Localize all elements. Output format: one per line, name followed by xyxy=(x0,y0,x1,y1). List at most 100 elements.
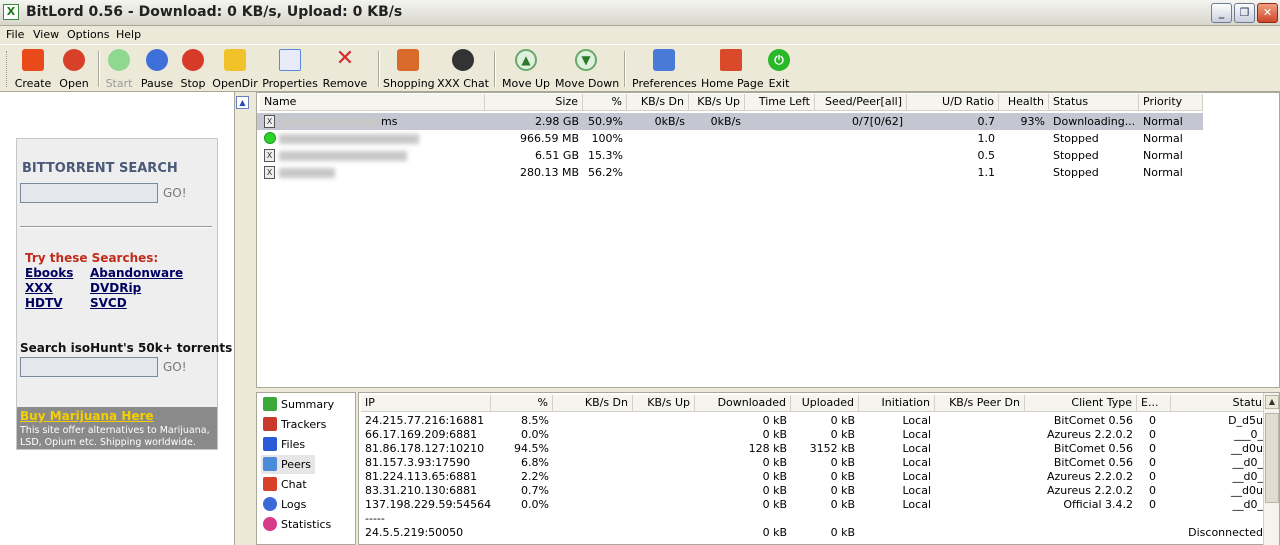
pause-button[interactable]: Pause xyxy=(139,48,175,92)
home-page-button[interactable]: Home Page xyxy=(701,48,764,92)
bittorrent-go-button[interactable]: GO! xyxy=(163,186,187,200)
tab-summary[interactable]: Summary xyxy=(261,395,334,414)
column-client-type[interactable]: Client Type xyxy=(1025,395,1137,412)
tab-trackers[interactable]: Trackers xyxy=(261,415,326,434)
arrow-down-icon: ▼ xyxy=(575,49,597,71)
torrent-row[interactable]: X 280.13 MB 56.2% 1.1 Stopped Normal xyxy=(257,164,1203,181)
column-size[interactable]: Size xyxy=(485,94,583,111)
create-button[interactable]: Create xyxy=(12,48,54,92)
column-status[interactable]: Statu xyxy=(1171,395,1267,412)
remove-button[interactable]: ✕ Remove xyxy=(321,48,369,92)
torrent-list: Name Size % KB/s Dn KB/s Up Time Left Se… xyxy=(256,92,1280,388)
toolbar-separator xyxy=(98,51,100,87)
blurred-name xyxy=(279,151,407,161)
exit-button[interactable]: ⏻ Exit xyxy=(764,48,794,92)
menu-help[interactable]: Help xyxy=(116,28,141,41)
peer-row[interactable]: 81.157.3.93:17590 6.8% 0 kB 0 kB Local BitCom… xyxy=(359,456,1269,470)
torrent-row[interactable]: X ms 2.98 GB 50.9% 0kB/s 0kB/s 0/7[0/62]… xyxy=(257,113,1203,130)
opendir-button[interactable]: OpenDir xyxy=(212,48,258,92)
tab-statistics[interactable]: Statistics xyxy=(261,515,331,534)
ad-box: Buy Marijuana Here This site offer alter… xyxy=(17,407,217,449)
scroll-thumb[interactable] xyxy=(1265,413,1279,503)
link-dvdrip[interactable]: DVDRip xyxy=(90,281,141,295)
peer-row[interactable]: 137.198.229.59:54564 0.0% 0 kB 0 kB Local Off… xyxy=(359,498,1269,512)
peer-cell-e xyxy=(1137,512,1171,526)
torrent-row[interactable]: X 6.51 GB 15.3% 0.5 Stopped Normal xyxy=(257,147,1203,164)
peer-cell-dn xyxy=(553,526,633,540)
peer-cell-ip: 81.224.113.65:6881 xyxy=(365,470,478,483)
column-initiation[interactable]: Initiation xyxy=(859,395,935,412)
move-down-button[interactable]: ▼ Move Down xyxy=(555,48,619,92)
column-health[interactable]: Health xyxy=(999,94,1049,111)
peer-cell-client xyxy=(1025,512,1137,526)
peer-row[interactable]: 81.224.113.65:6881 2.2% 0 kB 0 kB Local Azure… xyxy=(359,470,1269,484)
peer-row[interactable]: 24.5.5.219:50050 0 kB 0 kB Disconnected xyxy=(359,526,1269,540)
close-button[interactable]: ✕ xyxy=(1257,3,1278,23)
column-time-left[interactable]: Time Left xyxy=(745,94,815,111)
start-button[interactable]: Start xyxy=(102,48,136,92)
properties-button[interactable]: Properties xyxy=(262,48,318,92)
bittorrent-search-input[interactable] xyxy=(20,183,158,203)
properties-icon xyxy=(279,49,301,71)
peer-cell-peerdn xyxy=(935,484,1025,498)
menu-file[interactable]: File xyxy=(6,28,24,41)
column-ip[interactable]: IP xyxy=(361,395,491,412)
link-abandonware[interactable]: Abandonware xyxy=(90,266,183,280)
shopping-button[interactable]: Shopping xyxy=(383,48,435,92)
tab-peers[interactable]: Peers xyxy=(261,455,315,474)
column-kbs-up[interactable]: KB/s Up xyxy=(689,94,745,111)
peer-row[interactable]: 83.31.210.130:6881 0.7% 0 kB 0 kB Local Azure… xyxy=(359,484,1269,498)
column-uploaded[interactable]: Uploaded xyxy=(791,395,859,412)
peer-row[interactable]: 24.215.77.216:16881 8.5% 0 kB 0 kB Local BitC… xyxy=(359,414,1269,428)
link-xxx[interactable]: XXX xyxy=(25,281,53,295)
column-e[interactable]: E... xyxy=(1137,395,1171,412)
column-kbs-dn[interactable]: KB/s Dn xyxy=(627,94,689,111)
stop-button[interactable]: Stop xyxy=(177,48,209,92)
link-ebooks[interactable]: Ebooks xyxy=(25,266,73,280)
column-percent[interactable]: % xyxy=(491,395,553,412)
peers-scrollbar[interactable]: ▲ xyxy=(1263,393,1279,545)
torrent-row[interactable]: 966.59 MB 100% 1.0 Stopped Normal xyxy=(257,130,1203,147)
link-hdtv[interactable]: HDTV xyxy=(25,296,62,310)
column-downloaded[interactable]: Downloaded xyxy=(695,395,791,412)
xxx-chat-button[interactable]: XXX Chat xyxy=(437,48,489,92)
maximize-button[interactable]: ❐ xyxy=(1234,3,1255,23)
menu-view[interactable]: View xyxy=(33,28,59,41)
preferences-button[interactable]: Preferences xyxy=(632,48,697,92)
peer-cell-dn xyxy=(553,512,633,526)
minimize-button[interactable]: _ xyxy=(1211,3,1232,23)
app-icon: X xyxy=(3,4,19,20)
folder-icon xyxy=(224,49,246,71)
peer-row[interactable]: 81.86.178.127:10210 94.5% 128 kB 3152 kB Loc… xyxy=(359,442,1269,456)
isohunt-go-button[interactable]: GO! xyxy=(163,360,187,374)
column-seed-peer[interactable]: Seed/Peer[all] xyxy=(815,94,907,111)
menu-options[interactable]: Options xyxy=(67,28,109,41)
move-up-button[interactable]: ▲ Move Up xyxy=(501,48,551,92)
tab-logs[interactable]: Logs xyxy=(261,495,315,514)
column-kbs-peer-dn[interactable]: KB/s Peer Dn xyxy=(935,395,1025,412)
peer-cell-up xyxy=(633,470,695,484)
tab-files[interactable]: Files xyxy=(261,435,315,454)
open-button[interactable]: Open xyxy=(56,48,92,92)
toolbar-grip[interactable] xyxy=(6,51,9,87)
detail-nav: Summary Trackers Files Peers Chat Logs S… xyxy=(256,392,356,545)
peer-cell-status: __d0_ xyxy=(1232,498,1263,511)
column-percent[interactable]: % xyxy=(583,94,627,111)
peer-row[interactable]: ----- xyxy=(359,512,1269,526)
link-svcd[interactable]: SVCD xyxy=(90,296,127,310)
ad-link[interactable]: Buy Marijuana Here xyxy=(20,409,154,423)
peer-cell-client: Official 3.4.2 xyxy=(1063,498,1133,511)
peer-row[interactable]: 66.17.169.209:6881 0.0% 0 kB 0 kB Local Azure… xyxy=(359,428,1269,442)
peer-cell-peerdn xyxy=(935,470,1025,484)
column-ud-ratio[interactable]: U/D Ratio xyxy=(907,94,999,111)
peer-cell-downloaded: 0 kB xyxy=(762,414,787,427)
column-kbs-dn[interactable]: KB/s Dn xyxy=(553,395,633,412)
column-status[interactable]: Status xyxy=(1049,94,1139,111)
column-priority[interactable]: Priority xyxy=(1139,94,1203,111)
tab-chat[interactable]: Chat xyxy=(261,475,315,494)
column-kbs-up[interactable]: KB/s Up xyxy=(633,395,695,412)
column-name[interactable]: Name xyxy=(260,94,485,111)
collapse-panel-button[interactable]: ▲ xyxy=(236,96,249,109)
isohunt-search-input[interactable] xyxy=(20,357,158,377)
scroll-up-arrow[interactable]: ▲ xyxy=(1265,395,1279,409)
